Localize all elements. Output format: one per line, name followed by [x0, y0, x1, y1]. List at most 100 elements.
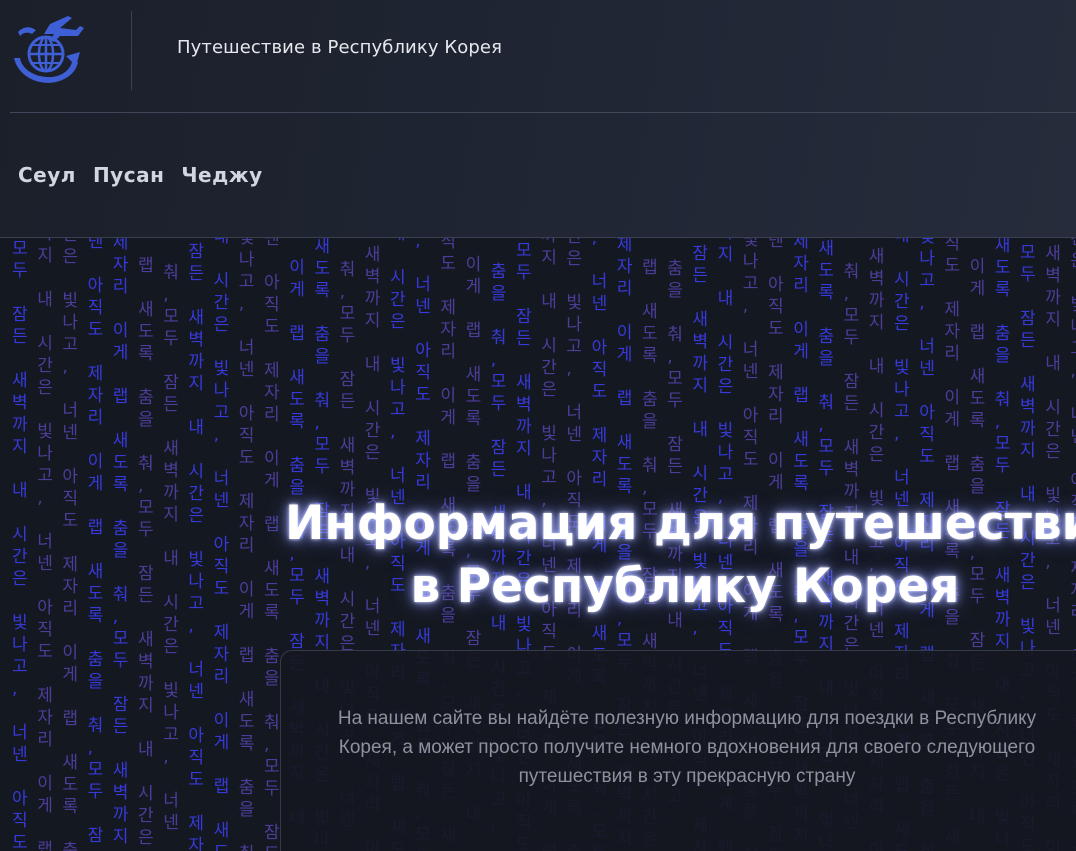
svg-text:록: 록 [289, 412, 305, 432]
svg-text:빛: 빛 [62, 291, 78, 311]
nav-link-seoul[interactable]: Сеул [18, 163, 76, 187]
svg-text:까: 까 [113, 805, 129, 825]
svg-text:두: 두 [113, 651, 129, 671]
svg-text:너: 너 [592, 272, 608, 292]
svg-text:게: 게 [239, 602, 255, 622]
svg-text:모: 모 [793, 628, 809, 648]
svg-text:지: 지 [1020, 441, 1036, 461]
svg-text:자: 자 [188, 836, 204, 851]
svg-text:너: 너 [163, 791, 179, 811]
svg-text:잠: 잠 [491, 438, 507, 458]
svg-text:너: 너 [188, 660, 204, 680]
svg-text:리: 리 [592, 470, 608, 490]
svg-text:든: 든 [692, 266, 708, 286]
svg-text:자: 자 [113, 255, 129, 275]
svg-text:까: 까 [541, 238, 557, 246]
svg-text:도: 도 [239, 448, 255, 468]
svg-text:직: 직 [12, 811, 28, 831]
svg-text:리: 리 [415, 473, 431, 493]
svg-text:고: 고 [12, 657, 28, 677]
svg-text:새: 새 [844, 438, 860, 458]
svg-text:새: 새 [314, 238, 330, 257]
svg-text:너: 너 [1070, 405, 1076, 425]
svg-text:새: 새 [516, 373, 532, 393]
site-title[interactable]: Путешествие в Республику Корея [177, 37, 502, 58]
svg-text:든: 든 [516, 329, 532, 349]
svg-text:간: 간 [718, 355, 734, 375]
svg-text:춰: 춰 [491, 328, 507, 348]
svg-text:고: 고 [743, 274, 759, 294]
svg-text:제: 제 [37, 686, 53, 706]
svg-text:직: 직 [188, 748, 204, 768]
svg-text:두: 두 [12, 261, 28, 281]
svg-text:잠: 잠 [163, 373, 179, 393]
svg-text:게: 게 [289, 280, 305, 300]
nav-link-jeju[interactable]: Чеджу [181, 163, 262, 187]
svg-text:춰: 춰 [138, 454, 154, 474]
svg-text:은: 은 [365, 443, 381, 463]
globe-airplane-icon[interactable] [10, 12, 88, 86]
svg-text:지: 지 [995, 632, 1011, 652]
svg-text:잠: 잠 [340, 370, 356, 390]
svg-text:리: 리 [239, 536, 255, 556]
svg-text:모: 모 [340, 304, 356, 324]
svg-text:을: 을 [163, 238, 179, 239]
svg-text:지: 지 [12, 437, 28, 457]
svg-text:넨: 넨 [188, 682, 204, 702]
hero-title-line-2: в Республику Корея [410, 559, 960, 614]
svg-text:은: 은 [390, 312, 406, 332]
svg-text:지: 지 [188, 374, 204, 394]
svg-text:내: 내 [37, 290, 53, 310]
svg-text:나: 나 [894, 380, 910, 400]
svg-text:새: 새 [642, 632, 658, 652]
svg-text:랩: 랩 [440, 452, 456, 472]
svg-text:모: 모 [818, 437, 834, 457]
svg-text:새: 새 [365, 245, 381, 265]
svg-text:너: 너 [415, 275, 431, 295]
svg-text:이: 이 [239, 580, 255, 600]
svg-text:도: 도 [239, 712, 255, 732]
svg-text:든: 든 [138, 586, 154, 606]
svg-text:까: 까 [163, 483, 179, 503]
svg-text:직: 직 [415, 363, 431, 383]
svg-text:벽: 벽 [844, 460, 860, 480]
svg-text:잠: 잠 [844, 372, 860, 392]
svg-text:까: 까 [365, 289, 381, 309]
svg-text:든: 든 [340, 392, 356, 412]
svg-text:도: 도 [88, 320, 104, 340]
svg-text:아: 아 [239, 404, 255, 424]
nav-link-busan[interactable]: Пусан [93, 163, 164, 187]
svg-text:너: 너 [390, 466, 406, 486]
svg-text:넨: 넨 [239, 360, 255, 380]
svg-text:,: , [138, 476, 143, 496]
svg-text:자: 자 [944, 322, 960, 342]
svg-text:은: 은 [163, 637, 179, 657]
svg-text:춤: 춤 [62, 841, 78, 851]
svg-text:시: 시 [894, 270, 910, 290]
svg-text:새: 새 [188, 308, 204, 328]
svg-text:춤: 춤 [113, 519, 129, 539]
svg-text:랩: 랩 [264, 515, 280, 535]
svg-text:이: 이 [88, 452, 104, 472]
svg-text:리: 리 [440, 342, 456, 362]
hero-title: Информация для путешествия в Республику … [285, 492, 1076, 618]
intro-card: На нашем сайте вы найдёте полезную инфор… [280, 650, 1076, 851]
svg-text:벽: 벽 [163, 461, 179, 481]
svg-text:까: 까 [516, 417, 532, 437]
svg-text:을: 을 [995, 346, 1011, 366]
svg-text:내: 내 [138, 740, 154, 760]
svg-text:이: 이 [617, 323, 633, 343]
svg-text:새: 새 [970, 367, 986, 387]
svg-text:춰: 춰 [163, 263, 179, 283]
svg-text:은: 은 [62, 247, 78, 267]
svg-text:넨: 넨 [365, 619, 381, 639]
svg-text:랩: 랩 [466, 321, 482, 341]
svg-text:모: 모 [667, 369, 683, 389]
svg-text:고: 고 [718, 465, 734, 485]
svg-text:든: 든 [667, 457, 683, 477]
svg-text:,: , [743, 296, 748, 316]
svg-text:넨: 넨 [768, 238, 784, 251]
svg-text:도: 도 [264, 581, 280, 601]
svg-text:이: 이 [768, 451, 784, 471]
svg-text:춰: 춰 [239, 844, 255, 851]
